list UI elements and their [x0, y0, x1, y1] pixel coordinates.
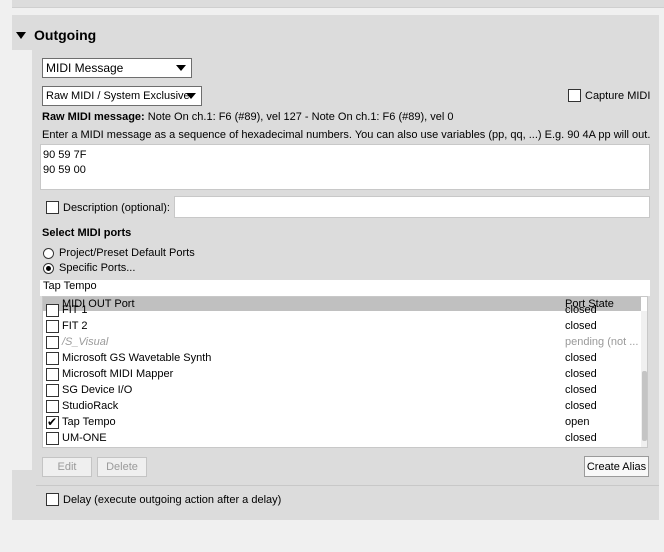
- panel-margin: [0, 50, 32, 470]
- midi-kind-dropdown[interactable]: Raw MIDI / System Exclusive: [42, 86, 202, 106]
- delete-button[interactable]: Delete: [97, 457, 147, 477]
- capture-midi-checkbox[interactable]: [568, 89, 581, 102]
- delay-checkbox[interactable]: [46, 493, 59, 506]
- raw-midi-hint: Enter a MIDI message as a sequence of he…: [42, 129, 650, 141]
- port-row[interactable]: /S_Visual pending (not ...: [43, 335, 641, 351]
- raw-midi-label: Raw MIDI message:: [42, 111, 145, 123]
- midi-out-port-list[interactable]: MIDI OUT Port Port State FIT 1 closed FIT …: [42, 296, 648, 448]
- port-row[interactable]: FIT 1 closed: [43, 303, 641, 319]
- raw-midi-line: 90 59 00: [43, 164, 86, 176]
- description-checkbox[interactable]: [46, 201, 59, 214]
- port-checkbox[interactable]: [46, 304, 59, 317]
- port-list-scrollbar[interactable]: [641, 311, 647, 447]
- port-checkbox[interactable]: [46, 368, 59, 381]
- delay-toggle[interactable]: Delay (execute outgoing action after a d…: [46, 493, 281, 506]
- port-state: open: [565, 416, 590, 428]
- port-name: Tap Tempo: [62, 416, 116, 428]
- port-row[interactable]: FIT 2 closed: [43, 319, 641, 335]
- default-ports-option[interactable]: Project/Preset Default Ports: [43, 247, 195, 259]
- port-checkbox[interactable]: [46, 320, 59, 333]
- specific-ports-radio[interactable]: [43, 262, 54, 274]
- port-row[interactable]: Microsoft MIDI Mapper closed: [43, 367, 641, 383]
- message-type-dropdown[interactable]: MIDI Message: [42, 58, 192, 78]
- port-row[interactable]: StudioRack closed: [43, 399, 641, 415]
- dropdown-arrow-icon: [176, 65, 186, 71]
- port-checkbox[interactable]: [46, 384, 59, 397]
- window-background: [0, 520, 664, 552]
- edit-button[interactable]: Edit: [42, 457, 92, 477]
- default-ports-radio[interactable]: [43, 247, 54, 259]
- port-filter-input[interactable]: Tap Tempo: [40, 280, 650, 296]
- default-ports-label: Project/Preset Default Ports: [59, 247, 195, 259]
- specific-ports-label: Specific Ports...: [59, 262, 136, 274]
- port-state: closed: [565, 304, 597, 316]
- port-state: closed: [565, 368, 597, 380]
- raw-midi-summary: Raw MIDI message: Note On ch.1: F6 (#89)…: [42, 111, 453, 123]
- collapse-triangle-icon[interactable]: [16, 31, 26, 39]
- panel-margin-right: [659, 15, 664, 520]
- delay-label: Delay (execute outgoing action after a d…: [63, 493, 282, 506]
- description-input[interactable]: [174, 196, 650, 218]
- port-checkbox[interactable]: [46, 352, 59, 365]
- capture-midi-toggle[interactable]: Capture MIDI: [568, 89, 650, 102]
- midi-kind-value: Raw MIDI / System Exclusive: [46, 90, 190, 102]
- port-state: closed: [565, 384, 597, 396]
- create-alias-button[interactable]: Create Alias: [584, 456, 649, 477]
- port-name: StudioRack: [62, 400, 119, 412]
- port-state: closed: [565, 320, 597, 332]
- ports-title: Select MIDI ports: [42, 227, 132, 239]
- message-type-value: MIDI Message: [46, 61, 124, 75]
- port-name: FIT 1: [62, 304, 88, 316]
- scrollbar-thumb[interactable]: [642, 371, 647, 441]
- divider: [36, 485, 659, 486]
- port-name: SG Device I/O: [62, 384, 133, 396]
- port-name: Microsoft MIDI Mapper: [62, 368, 174, 380]
- dropdown-arrow-icon: [186, 93, 196, 99]
- port-state: closed: [565, 400, 597, 412]
- port-checkbox[interactable]: [46, 432, 59, 445]
- port-name: UM-ONE: [62, 432, 107, 444]
- port-state: closed: [565, 432, 597, 444]
- port-name: Microsoft GS Wavetable Synth: [62, 352, 212, 364]
- section-title: Outgoing: [34, 27, 97, 43]
- raw-midi-editor[interactable]: 90 59 7F 90 59 00: [40, 144, 650, 190]
- port-row[interactable]: UM-ONE closed: [43, 431, 641, 447]
- specific-ports-option[interactable]: Specific Ports...: [43, 262, 135, 274]
- port-name: FIT 2: [62, 320, 88, 332]
- raw-midi-line: 90 59 7F: [43, 149, 87, 161]
- port-state: closed: [565, 352, 597, 364]
- port-row[interactable]: Tap Tempo open: [43, 414, 641, 431]
- raw-midi-decoded: Note On ch.1: F6 (#89), vel 127 - Note O…: [147, 111, 454, 123]
- port-checkbox[interactable]: [46, 400, 59, 413]
- outgoing-section-header[interactable]: Outgoing: [16, 26, 96, 44]
- port-checkbox[interactable]: [46, 414, 59, 430]
- port-name: /S_Visual: [62, 336, 109, 348]
- previous-panel-edge: [12, 0, 664, 8]
- description-label: Description (optional):: [63, 201, 170, 214]
- capture-midi-label: Capture MIDI: [585, 89, 651, 102]
- port-state: pending (not ...: [565, 336, 639, 348]
- port-checkbox[interactable]: [46, 336, 59, 349]
- description-toggle[interactable]: Description (optional):: [46, 201, 170, 214]
- port-row[interactable]: Microsoft GS Wavetable Synth closed: [43, 351, 641, 367]
- port-row[interactable]: SG Device I/O closed: [43, 383, 641, 399]
